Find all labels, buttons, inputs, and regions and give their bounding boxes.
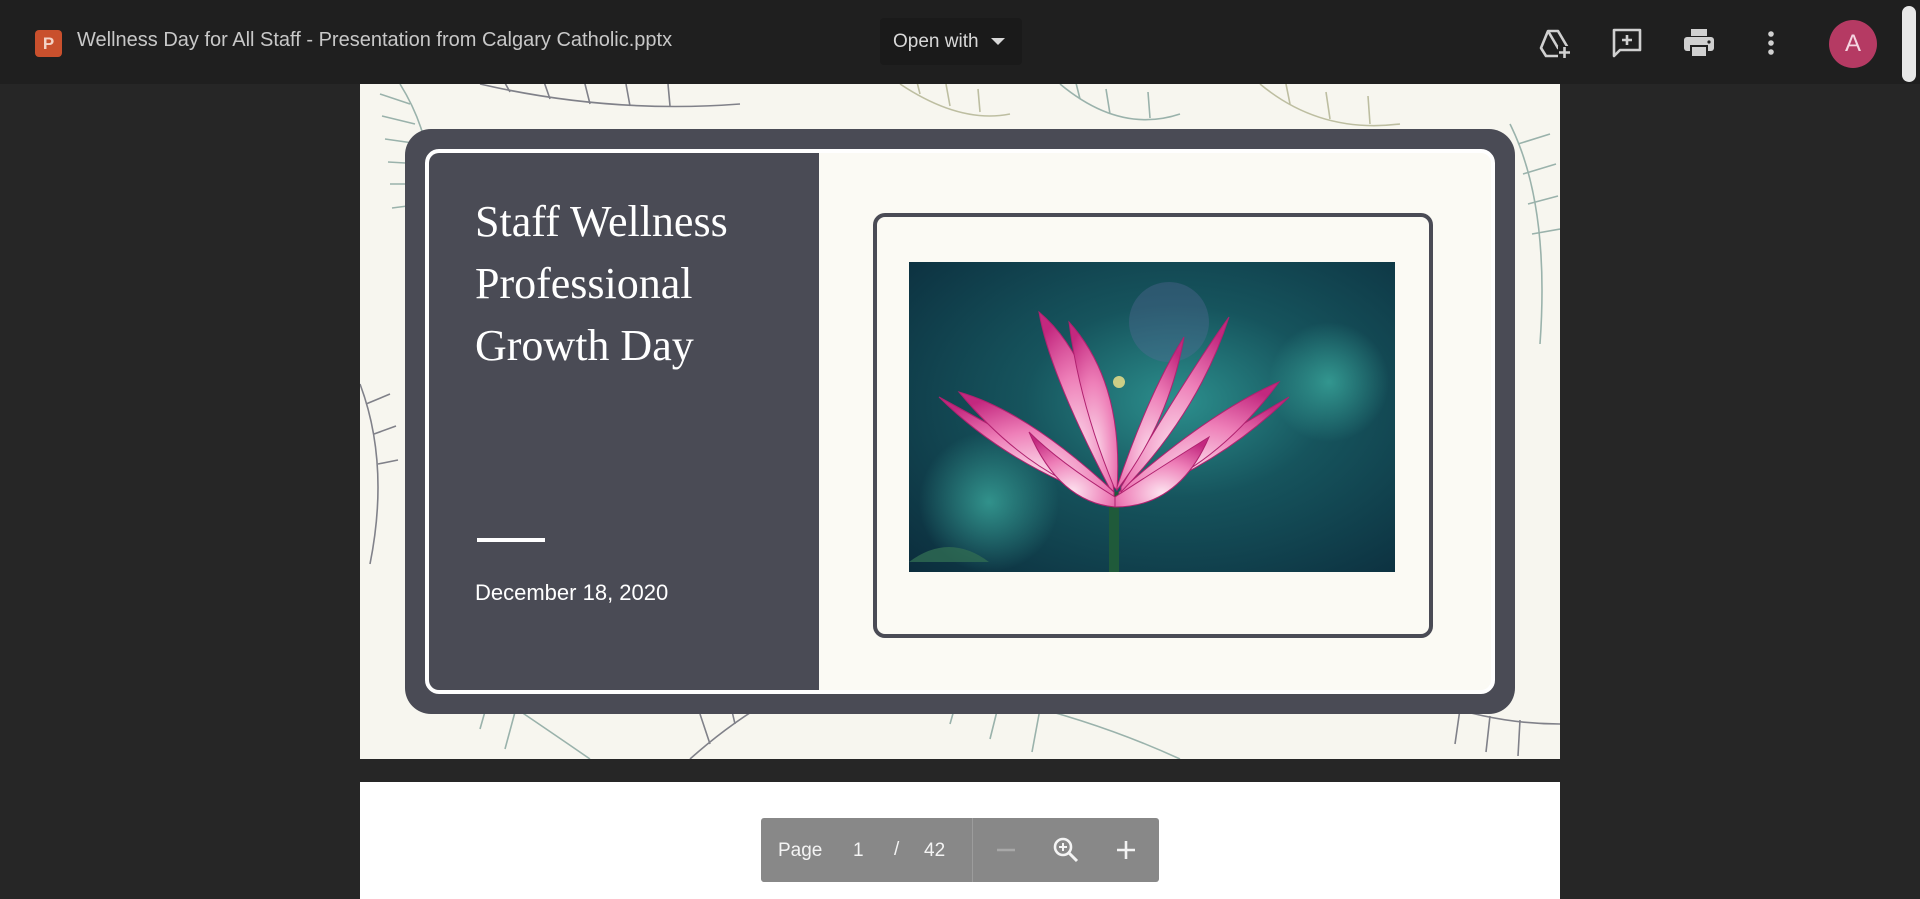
- title-panel: Staff Wellness Professional Growth Day D…: [429, 153, 819, 690]
- lotus-flower-photo: [909, 262, 1395, 572]
- slide-date: December 18, 2020: [475, 580, 669, 605]
- page-gap: [360, 759, 1560, 782]
- powerpoint-file-icon: P: [35, 30, 62, 57]
- zoom-in-icon[interactable]: [1109, 833, 1143, 867]
- caret-down-icon: [990, 38, 1005, 45]
- title-line-2: Professional: [475, 259, 693, 308]
- page-label: Page: [778, 840, 823, 861]
- print-icon[interactable]: [1680, 24, 1718, 62]
- add-comment-icon[interactable]: [1608, 24, 1646, 62]
- open-with-button[interactable]: Open with: [880, 18, 1022, 65]
- zoom-fit-icon[interactable]: [1049, 833, 1083, 867]
- accent-divider: [477, 538, 545, 542]
- current-page-input[interactable]: 1: [853, 840, 864, 862]
- page-controls: Page 1 / 42: [761, 818, 1159, 882]
- slide-card: Staff Wellness Professional Growth Day D…: [425, 149, 1495, 694]
- total-pages: 42: [924, 840, 946, 861]
- title-line-3: Growth Day: [475, 321, 694, 370]
- slide-page-1: Staff Wellness Professional Growth Day D…: [360, 84, 1560, 759]
- scrollbar-thumb[interactable]: [1902, 6, 1916, 82]
- add-to-drive-icon[interactable]: [1536, 24, 1574, 62]
- avatar-letter: A: [1844, 30, 1861, 57]
- photo-frame: [873, 213, 1433, 638]
- top-bar: P Wellness Day for All Staff - Presentat…: [0, 0, 1920, 84]
- slide-title: Staff Wellness Professional Growth Day: [475, 191, 805, 377]
- avatar[interactable]: A: [1829, 20, 1877, 68]
- title-line-1: Staff Wellness: [475, 197, 728, 246]
- zoom-out-icon[interactable]: [989, 833, 1023, 867]
- open-with-label: Open with: [893, 30, 979, 52]
- file-type-letter: P: [42, 33, 55, 53]
- more-vert-icon[interactable]: [1752, 24, 1790, 62]
- controls-divider: [972, 818, 973, 882]
- file-title: Wellness Day for All Staff - Presentatio…: [77, 29, 673, 51]
- page-separator: /: [894, 839, 900, 860]
